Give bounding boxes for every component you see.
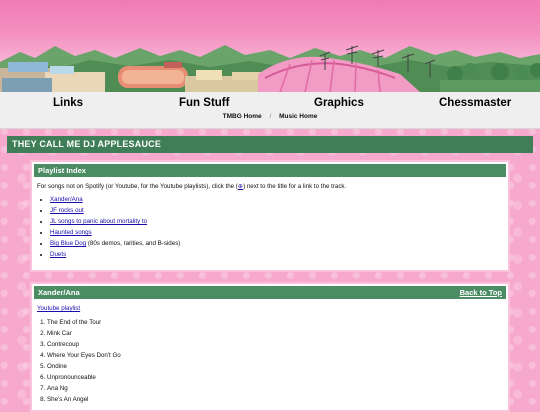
music-home-link[interactable]: Music Home — [279, 113, 317, 120]
youtube-playlist-link[interactable]: Youtube playlist — [37, 305, 80, 312]
page-title: THEY CALL ME DJ APPLESAUCE — [7, 136, 533, 153]
track-item: She's An Angel — [47, 394, 503, 405]
playlist-link-xander-ana[interactable]: Xander/Ana — [50, 196, 83, 203]
nav-links-link[interactable]: Links — [53, 97, 83, 109]
playlist-link-big-blue-dog[interactable]: Big Blue Dog — [50, 240, 86, 247]
track-item: Unpronounceable — [47, 372, 503, 383]
nav-links: Links Fun Stuff Graphics Chessmaster — [0, 97, 540, 113]
breadcrumb: TMBG Home / Music Home — [0, 113, 540, 120]
list-item: JF rocks out — [50, 207, 503, 215]
nav-fun-stuff-link[interactable]: Fun Stuff — [179, 97, 229, 109]
panel-title: Playlist Index — [38, 166, 86, 175]
track-item: Ondine — [47, 361, 503, 372]
panel-body: For songs not on Spotify (or Youtube, fo… — [32, 177, 508, 259]
intro-text: For songs not on Spotify (or Youtube, fo… — [37, 183, 503, 190]
tmbg-home-link[interactable]: TMBG Home — [223, 113, 262, 120]
back-to-top-link[interactable]: Back to Top — [460, 286, 502, 299]
playlist-link-jf-rocks-out[interactable]: JF rocks out — [50, 207, 84, 214]
track-list: The End of the Tour Mink Car Contrecoup … — [37, 317, 503, 405]
panel-title: Xander/Ana — [38, 288, 80, 297]
nav-graphics-link[interactable]: Graphics — [314, 97, 364, 109]
playlist-index-panel: Playlist Index For songs not on Spotify … — [30, 160, 510, 272]
track-item: Contrecoup — [47, 339, 503, 350]
intro-text-end: ) next to the title for a link to the tr… — [243, 183, 347, 190]
panel-heading: Playlist Index — [34, 164, 506, 177]
track-item: Where Your Eyes Don't Go — [47, 350, 503, 361]
playlist-link-haunted-songs[interactable]: Haunted songs — [50, 229, 92, 236]
intro-text-start: For songs not on Spotify (or Youtube, fo… — [37, 183, 238, 190]
breadcrumb-separator: / — [269, 113, 272, 120]
header-banner — [0, 0, 540, 92]
playlist-link-jl-mortality[interactable]: JL songs to panic about mortality to — [50, 218, 147, 225]
list-item: Big Blue Dog (80s demos, rarities, and B… — [50, 240, 503, 248]
list-item: Xander/Ana — [50, 196, 503, 204]
track-item: The End of the Tour — [47, 317, 503, 328]
panel-heading: Xander/Ana Back to Top — [34, 286, 506, 299]
list-item: Haunted songs — [50, 229, 503, 237]
banner-illustration — [0, 45, 540, 92]
playlist-list: Xander/Ana JF rocks out JL songs to pani… — [37, 196, 503, 259]
nav-chessmaster-link[interactable]: Chessmaster — [439, 97, 511, 109]
list-item: JL songs to panic about mortality to — [50, 218, 503, 226]
playlist-link-duets[interactable]: Duets — [50, 251, 66, 258]
track-item: Mink Car — [47, 328, 503, 339]
xander-ana-panel: Xander/Ana Back to Top Youtube playlist … — [30, 282, 510, 412]
track-item: Ana Ng — [47, 383, 503, 394]
panel-body: Youtube playlist The End of the Tour Min… — [32, 299, 508, 405]
list-item: Duets — [50, 251, 503, 259]
main-navigation: Links Fun Stuff Graphics Chessmaster TMB… — [0, 92, 540, 129]
playlist-note: (80s demos, rarities, and B-sides) — [86, 240, 181, 247]
